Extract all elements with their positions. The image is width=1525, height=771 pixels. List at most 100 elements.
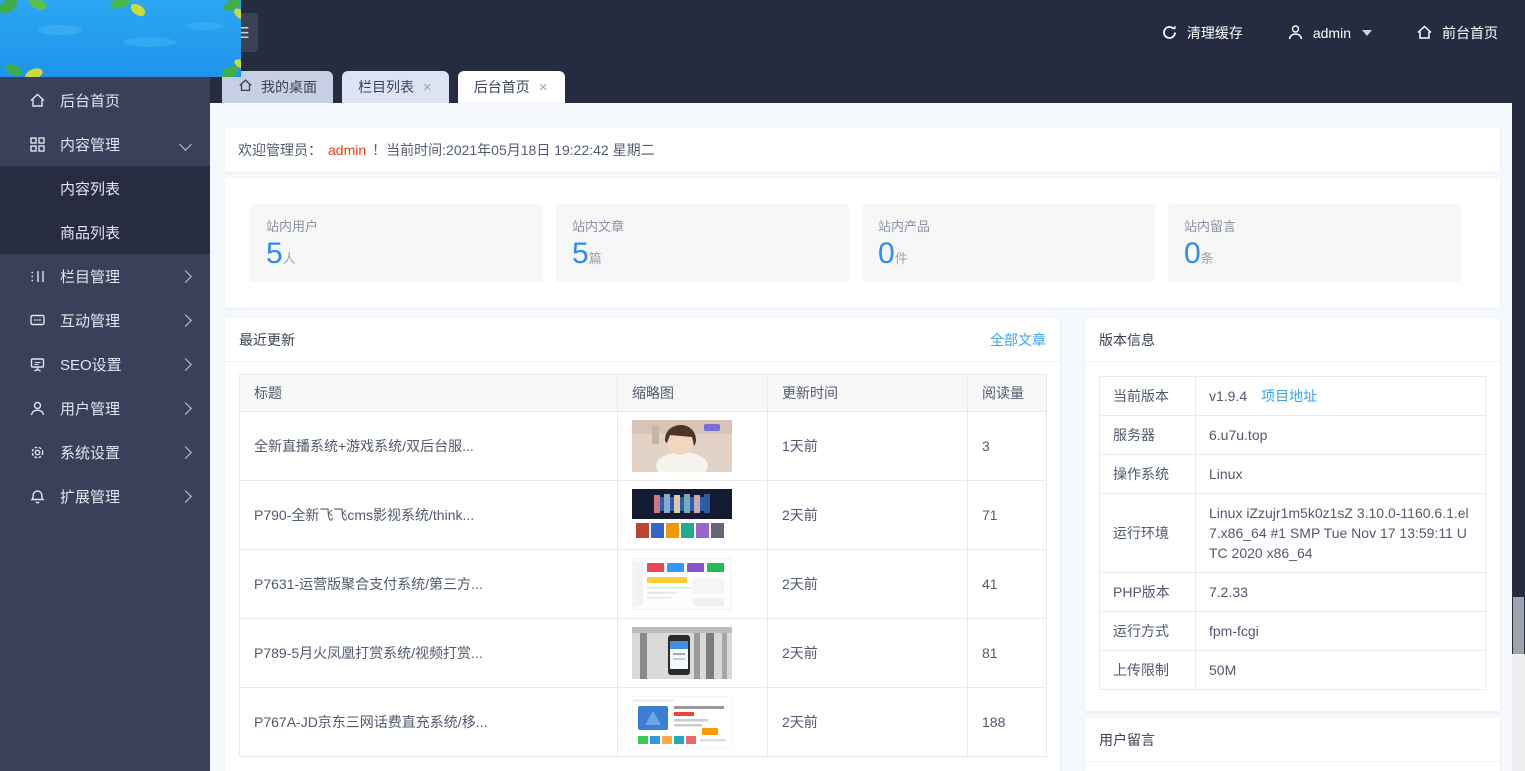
sidebar-item-user-mgmt[interactable]: 用户管理 [0, 386, 210, 430]
user-menu[interactable]: admin [1287, 24, 1372, 41]
sidebar-item-content-list[interactable]: 内容列表 [0, 166, 210, 210]
site-logo[interactable] [0, 0, 241, 77]
sidebar-item-label: 扩展管理 [60, 486, 181, 507]
stat-value: 0 [878, 237, 895, 271]
scrollbar-thumb[interactable] [1513, 597, 1524, 654]
sidebar-item-content-mgmt[interactable]: 内容管理 [0, 122, 210, 166]
chevron-right-icon [179, 446, 192, 459]
recent-updates-table: 标题 缩略图 更新时间 阅读量 全新直播系统+游戏系统/双后台服... [239, 374, 1047, 757]
sidebar-item-extension-mgmt[interactable]: 扩展管理 [0, 474, 210, 518]
main-content: 欢迎管理员： admin ！当前时间:2021年05月18日 19:22:42 … [210, 103, 1512, 771]
version-row-label: 上传限制 [1100, 651, 1196, 690]
sidebar-item-column-mgmt[interactable]: 栏目管理 [0, 254, 210, 298]
chevron-right-icon [179, 402, 192, 415]
tab-backend-home[interactable]: 后台首页 × [458, 71, 565, 103]
article-title[interactable]: P789-5月火凤凰打赏系统/视频打赏... [240, 619, 618, 688]
version-info-table: 当前版本 v1.9.4项目地址 服务器 6.u7u.top 操作系统 Linux… [1099, 376, 1486, 690]
user-icon [28, 399, 46, 417]
stat-value: 0 [1184, 237, 1201, 271]
welcome-prefix: 欢迎管理员： [238, 140, 322, 160]
article-updated: 2天前 [768, 550, 968, 619]
version-row-label: 运行环境 [1100, 494, 1196, 573]
sidebar-item-product-list[interactable]: 商品列表 [0, 210, 210, 254]
refresh-icon [1161, 24, 1178, 41]
stat-label: 站内留言 [1184, 216, 1445, 235]
home-icon [238, 78, 253, 96]
article-title[interactable]: P767A-JD京东三网话费直充系统/移... [240, 688, 618, 757]
presentation-icon [28, 355, 46, 373]
stat-value: 5 [572, 237, 589, 271]
user-messages-panel: 用户留言 [1085, 718, 1500, 771]
thumbnail-jd-recharge [632, 696, 732, 748]
version-row-value: Linux iZzujr1m5k0z1sZ 3.10.0-1160.6.1.el… [1196, 494, 1486, 573]
article-views: 188 [968, 688, 1047, 757]
sidebar-item-seo-settings[interactable]: SEO设置 [0, 342, 210, 386]
close-icon[interactable]: × [422, 80, 433, 95]
article-thumbnail [618, 550, 768, 619]
frontend-home-label: 前台首页 [1442, 23, 1498, 43]
gear-icon [28, 443, 46, 461]
version-row-label: 操作系统 [1100, 455, 1196, 494]
version-row-label: 服务器 [1100, 416, 1196, 455]
table-row: PHP版本 7.2.33 [1100, 573, 1486, 612]
panel-title: 最近更新 [239, 330, 295, 350]
col-header-thumbnail: 缩略图 [618, 375, 768, 412]
clear-cache-button[interactable]: 清理缓存 [1161, 23, 1243, 43]
chevron-right-icon [179, 358, 192, 371]
article-thumbnail [618, 412, 768, 481]
table-row[interactable]: P790-全新飞飞cms影视系统/think... [240, 481, 1047, 550]
project-url-link[interactable]: 项目地址 [1261, 388, 1317, 404]
version-row-label: PHP版本 [1100, 573, 1196, 612]
header-actions: 清理缓存 admin 前台首页 [1161, 0, 1498, 65]
article-views: 41 [968, 550, 1047, 619]
article-updated: 2天前 [768, 481, 968, 550]
close-icon[interactable]: × [538, 80, 549, 95]
grid-icon [28, 135, 46, 153]
version-row-value: Linux [1196, 455, 1486, 494]
all-articles-link[interactable]: 全部文章 [990, 330, 1046, 350]
table-row: 运行环境 Linux iZzujr1m5k0z1sZ 3.10.0-1160.6… [1100, 494, 1486, 573]
thumbnail-payment-dashboard [632, 558, 732, 610]
article-updated: 2天前 [768, 688, 968, 757]
article-title[interactable]: P7631-运营版聚合支付系统/第三方... [240, 550, 618, 619]
sidebar-item-system-settings[interactable]: 系统设置 [0, 430, 210, 474]
sidebar-item-dashboard[interactable]: 后台首页 [0, 78, 210, 122]
article-title[interactable]: 全新直播系统+游戏系统/双后台服... [240, 412, 618, 481]
sidebar-item-label: 系统设置 [60, 442, 181, 463]
sidebar-item-label: 内容管理 [60, 134, 181, 155]
col-header-title: 标题 [240, 375, 618, 412]
sidebar-item-label: 内容列表 [60, 178, 190, 199]
frontend-home-button[interactable]: 前台首页 [1416, 23, 1498, 43]
stat-label: 站内产品 [878, 216, 1139, 235]
table-row[interactable]: P767A-JD京东三网话费直充系统/移... 2天前 188 [240, 688, 1047, 757]
table-row: 操作系统 Linux [1100, 455, 1486, 494]
tab-bar: 我的桌面 栏目列表 × 后台首页 × [210, 65, 1525, 103]
table-row[interactable]: P789-5月火凤凰打赏系统/视频打赏... [240, 619, 1047, 688]
tab-column-list[interactable]: 栏目列表 × [342, 71, 449, 103]
stat-card-articles: 站内文章 5篇 [556, 204, 849, 282]
welcome-banner: 欢迎管理员： admin ！当前时间:2021年05月18日 19:22:42 … [225, 128, 1500, 172]
username-label: admin [1313, 25, 1351, 41]
col-header-views: 阅读量 [968, 375, 1047, 412]
sidebar-item-label: SEO设置 [60, 354, 181, 375]
version-row-value: 50M [1196, 651, 1486, 690]
version-row-label: 运行方式 [1100, 612, 1196, 651]
welcome-time: ！当前时间:2021年05月18日 19:22:42 星期二 [372, 140, 654, 160]
panel-title: 版本信息 [1099, 330, 1155, 350]
article-thumbnail [618, 688, 768, 757]
bell-icon [28, 487, 46, 505]
tab-label: 栏目列表 [358, 77, 414, 97]
sidebar-item-interaction-mgmt[interactable]: 互动管理 [0, 298, 210, 342]
version-row-value: fpm-fcgi [1196, 612, 1486, 651]
stat-unit: 篇 [589, 251, 602, 266]
article-updated: 1天前 [768, 412, 968, 481]
table-row: 服务器 6.u7u.top [1100, 416, 1486, 455]
chat-icon [28, 311, 46, 329]
home-icon [1416, 24, 1433, 41]
stat-card-users: 站内用户 5人 [250, 204, 543, 282]
table-row[interactable]: 全新直播系统+游戏系统/双后台服... 1天前 3 [240, 412, 1047, 481]
article-title[interactable]: P790-全新飞飞cms影视系统/think... [240, 481, 618, 550]
page-scrollbar[interactable] [1512, 65, 1525, 771]
table-row[interactable]: P7631-运营版聚合支付系统/第三方... 2天前 [240, 550, 1047, 619]
version-row-value: v1.9.4 [1209, 388, 1247, 404]
